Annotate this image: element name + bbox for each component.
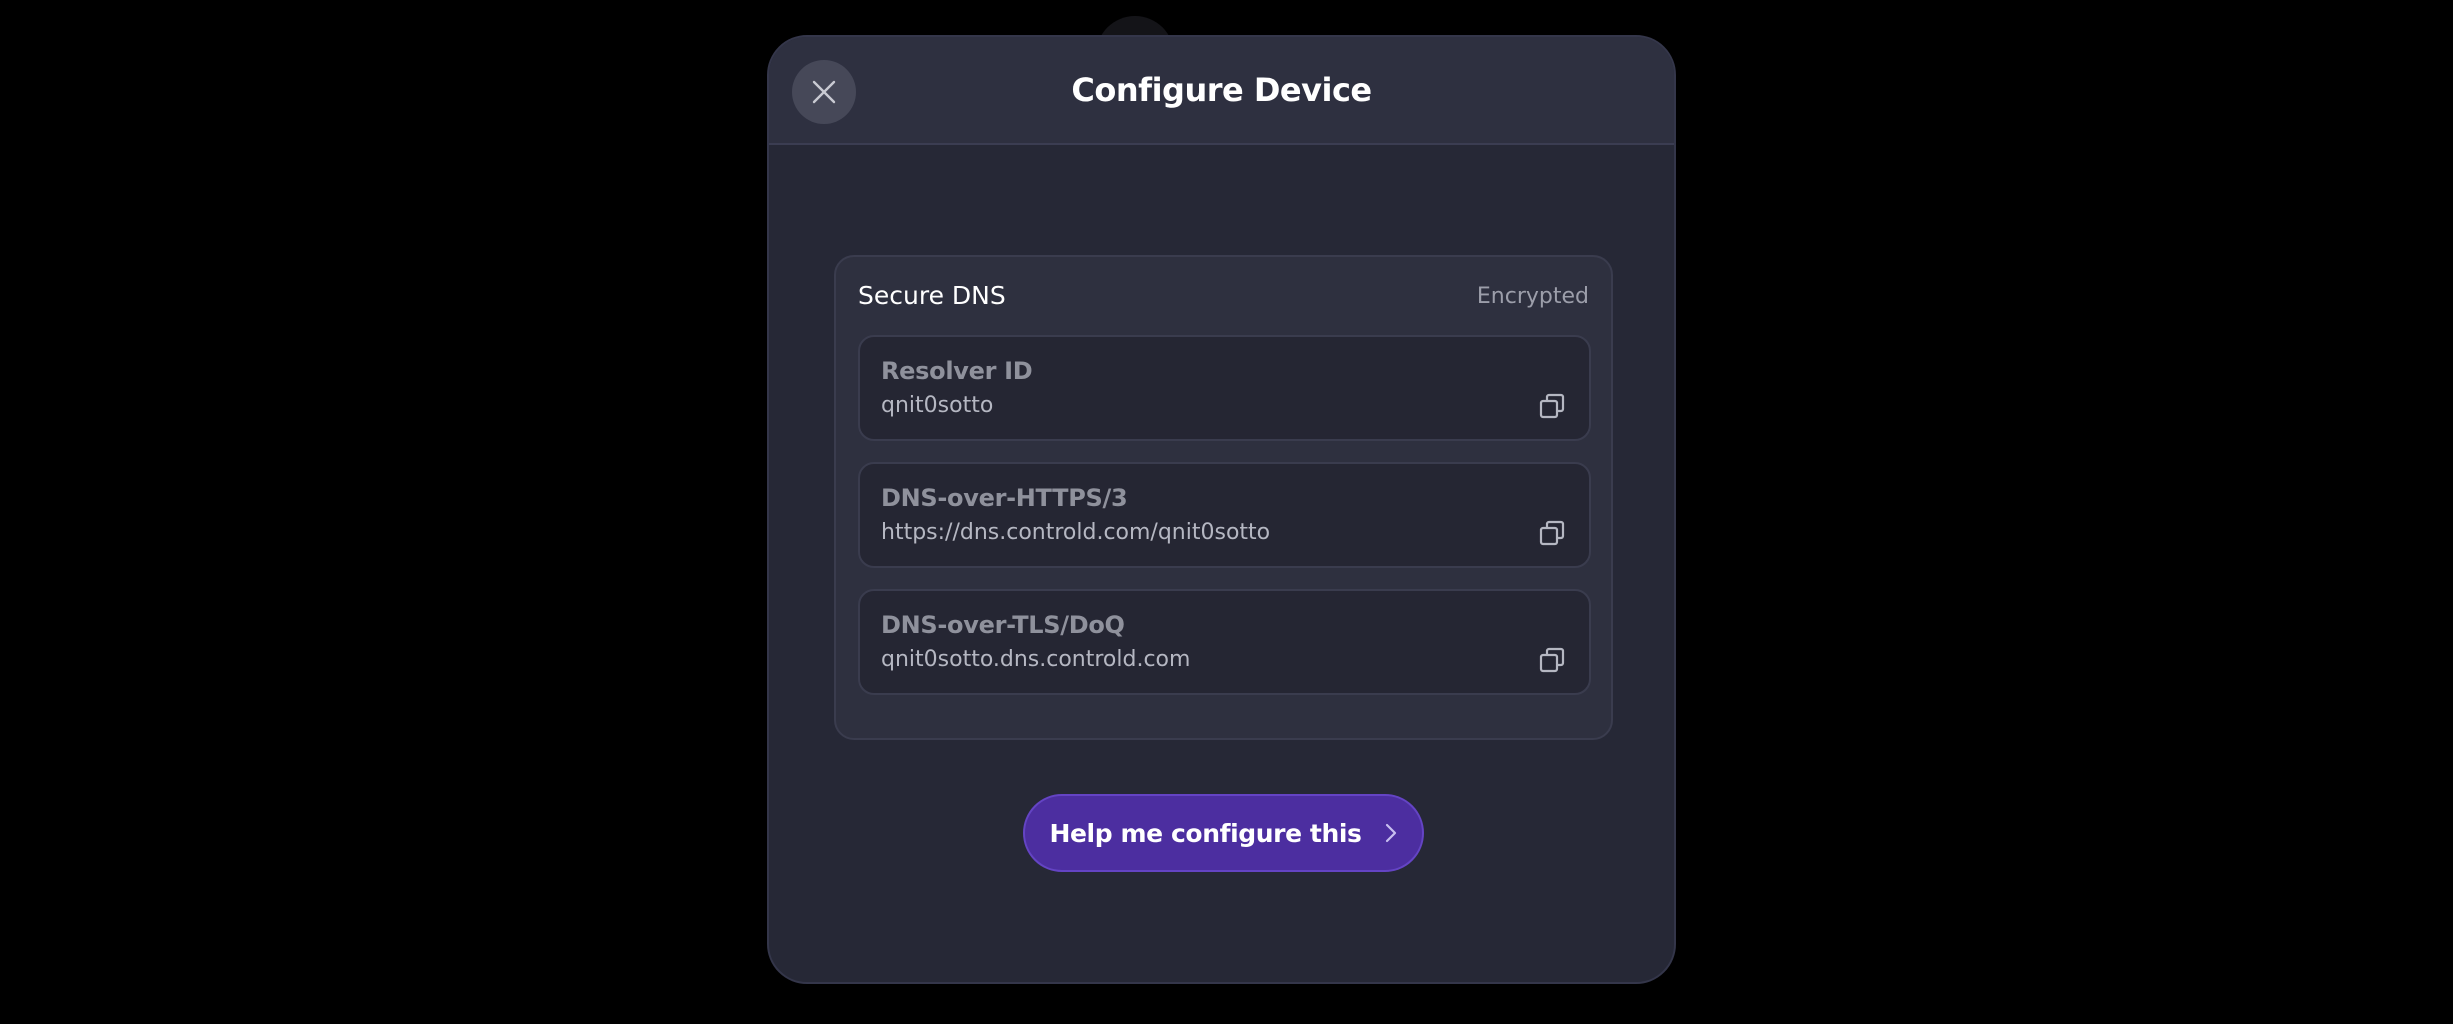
secure-dns-title: Secure DNS xyxy=(858,281,1006,310)
copy-icon xyxy=(1539,647,1565,673)
copy-icon xyxy=(1539,520,1565,546)
copy-resolver-id-button[interactable] xyxy=(1537,391,1567,421)
dot-doq-field: DNS-over-TLS/DoQ qnit0sotto.dns.controld… xyxy=(858,589,1591,695)
help-me-configure-button[interactable]: Help me configure this xyxy=(1023,794,1424,872)
doh3-field: DNS-over-HTTPS/3 https://dns.controld.co… xyxy=(858,462,1591,568)
field-value: qnit0sotto xyxy=(881,393,994,418)
field-value: https://dns.controld.com/qnit0sotto xyxy=(881,520,1271,545)
field-value: qnit0sotto.dns.controld.com xyxy=(881,647,1191,672)
resolver-id-field: Resolver ID qnit0sotto xyxy=(858,335,1591,441)
encrypted-badge: Encrypted xyxy=(1476,284,1589,309)
copy-dot-doq-button[interactable] xyxy=(1537,645,1567,675)
field-label: DNS-over-TLS/DoQ xyxy=(881,611,1125,639)
modal-title: Configure Device xyxy=(1071,71,1372,109)
field-label: DNS-over-HTTPS/3 xyxy=(881,484,1128,512)
copy-icon xyxy=(1539,393,1565,419)
copy-doh3-button[interactable] xyxy=(1537,518,1567,548)
help-button-label: Help me configure this xyxy=(1049,818,1362,848)
chevron-right-icon xyxy=(1384,822,1398,844)
secure-dns-card: Secure DNS Encrypted Resolver ID qnit0so… xyxy=(834,255,1613,740)
modal-header: Configure Device xyxy=(769,37,1674,145)
configure-device-modal: Configure Device Secure DNS Encrypted Re… xyxy=(767,35,1676,984)
field-label: Resolver ID xyxy=(881,357,1033,385)
